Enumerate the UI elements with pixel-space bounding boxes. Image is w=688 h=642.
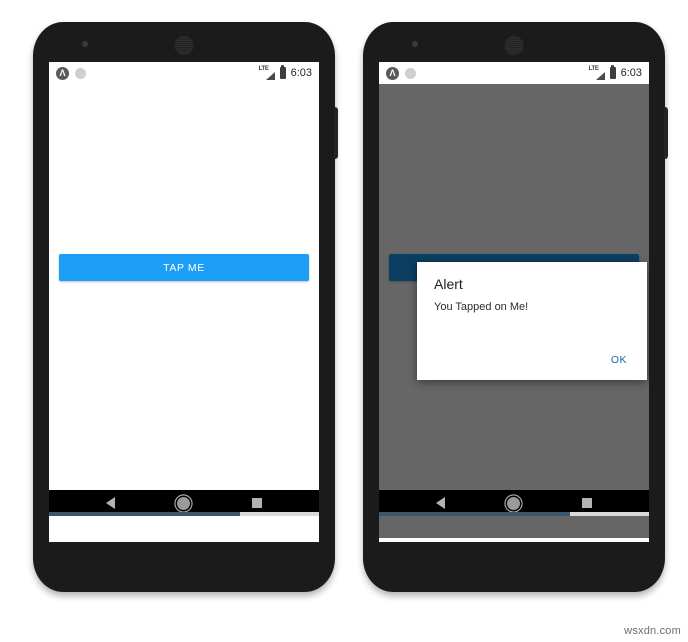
horizontal-scrollbar[interactable] xyxy=(379,512,649,516)
power-button[interactable] xyxy=(664,107,668,159)
app-notification-icon: Λ xyxy=(386,66,399,80)
app-notification-glyph: Λ xyxy=(59,67,66,78)
horizontal-scrollbar[interactable] xyxy=(49,512,319,516)
circle-icon xyxy=(75,67,86,79)
phone-after-tap: Λ LTE 6:03 TAP ME Alert xyxy=(363,22,668,592)
phone-top-bezel xyxy=(33,22,335,62)
app-notification-glyph: Λ xyxy=(389,67,396,78)
front-camera-icon xyxy=(82,41,88,47)
signal-bars-icon xyxy=(595,71,605,80)
status-bar-clock: 6:03 xyxy=(290,67,312,79)
app-notification-icon: Λ xyxy=(56,66,69,80)
recents-square-icon[interactable] xyxy=(582,498,592,508)
phone-screen-before: Λ LTE 6:03 TAP ME xyxy=(49,62,319,542)
alert-dialog: Alert You Tapped on Me! OK xyxy=(417,262,647,380)
alert-dialog-title: Alert xyxy=(434,276,463,292)
phone-top-bezel xyxy=(363,22,665,62)
battery-icon xyxy=(609,65,616,79)
signal-bars-icon xyxy=(265,71,275,80)
earpiece-speaker-icon xyxy=(174,36,194,55)
home-circle-icon[interactable] xyxy=(177,496,190,510)
status-bar-left: Λ xyxy=(386,66,416,80)
status-bar-left: Λ xyxy=(56,66,86,80)
alert-dialog-actions: OK xyxy=(608,350,630,368)
phone-screen-after: Λ LTE 6:03 TAP ME Alert xyxy=(379,62,649,542)
alert-dialog-ok-button[interactable]: OK xyxy=(608,352,630,368)
app-content-before: TAP ME xyxy=(49,84,319,516)
watermark: wsxdn.com xyxy=(624,625,681,637)
home-circle-icon[interactable] xyxy=(507,496,520,510)
recents-square-icon[interactable] xyxy=(252,498,262,508)
status-bar-right: LTE 6:03 xyxy=(589,65,642,80)
back-triangle-icon[interactable] xyxy=(106,497,115,509)
tap-me-button[interactable]: TAP ME xyxy=(59,254,309,281)
back-triangle-icon[interactable] xyxy=(436,497,445,509)
battery-icon xyxy=(279,65,286,79)
status-bar-right: LTE 6:03 xyxy=(259,65,312,80)
scrollbar-thumb[interactable] xyxy=(49,512,240,516)
earpiece-speaker-icon xyxy=(504,36,524,55)
circle-icon xyxy=(405,67,416,79)
front-camera-icon xyxy=(412,41,418,47)
phone-before-tap: Λ LTE 6:03 TAP ME xyxy=(33,22,338,592)
lte-signal-icon: LTE xyxy=(589,66,605,80)
status-bar: Λ LTE 6:03 xyxy=(379,62,649,84)
status-bar-clock: 6:03 xyxy=(620,67,642,79)
scrollbar-thumb[interactable] xyxy=(379,512,570,516)
status-bar: Λ LTE 6:03 xyxy=(49,62,319,84)
app-content-after: TAP ME Alert You Tapped on Me! OK xyxy=(379,84,649,538)
power-button[interactable] xyxy=(334,107,338,159)
alert-dialog-message: You Tapped on Me! xyxy=(434,301,529,313)
screenshot-canvas: Λ LTE 6:03 TAP ME Λ LTE 6:03 Alert You T… xyxy=(0,0,688,642)
lte-signal-icon: LTE xyxy=(259,66,275,80)
